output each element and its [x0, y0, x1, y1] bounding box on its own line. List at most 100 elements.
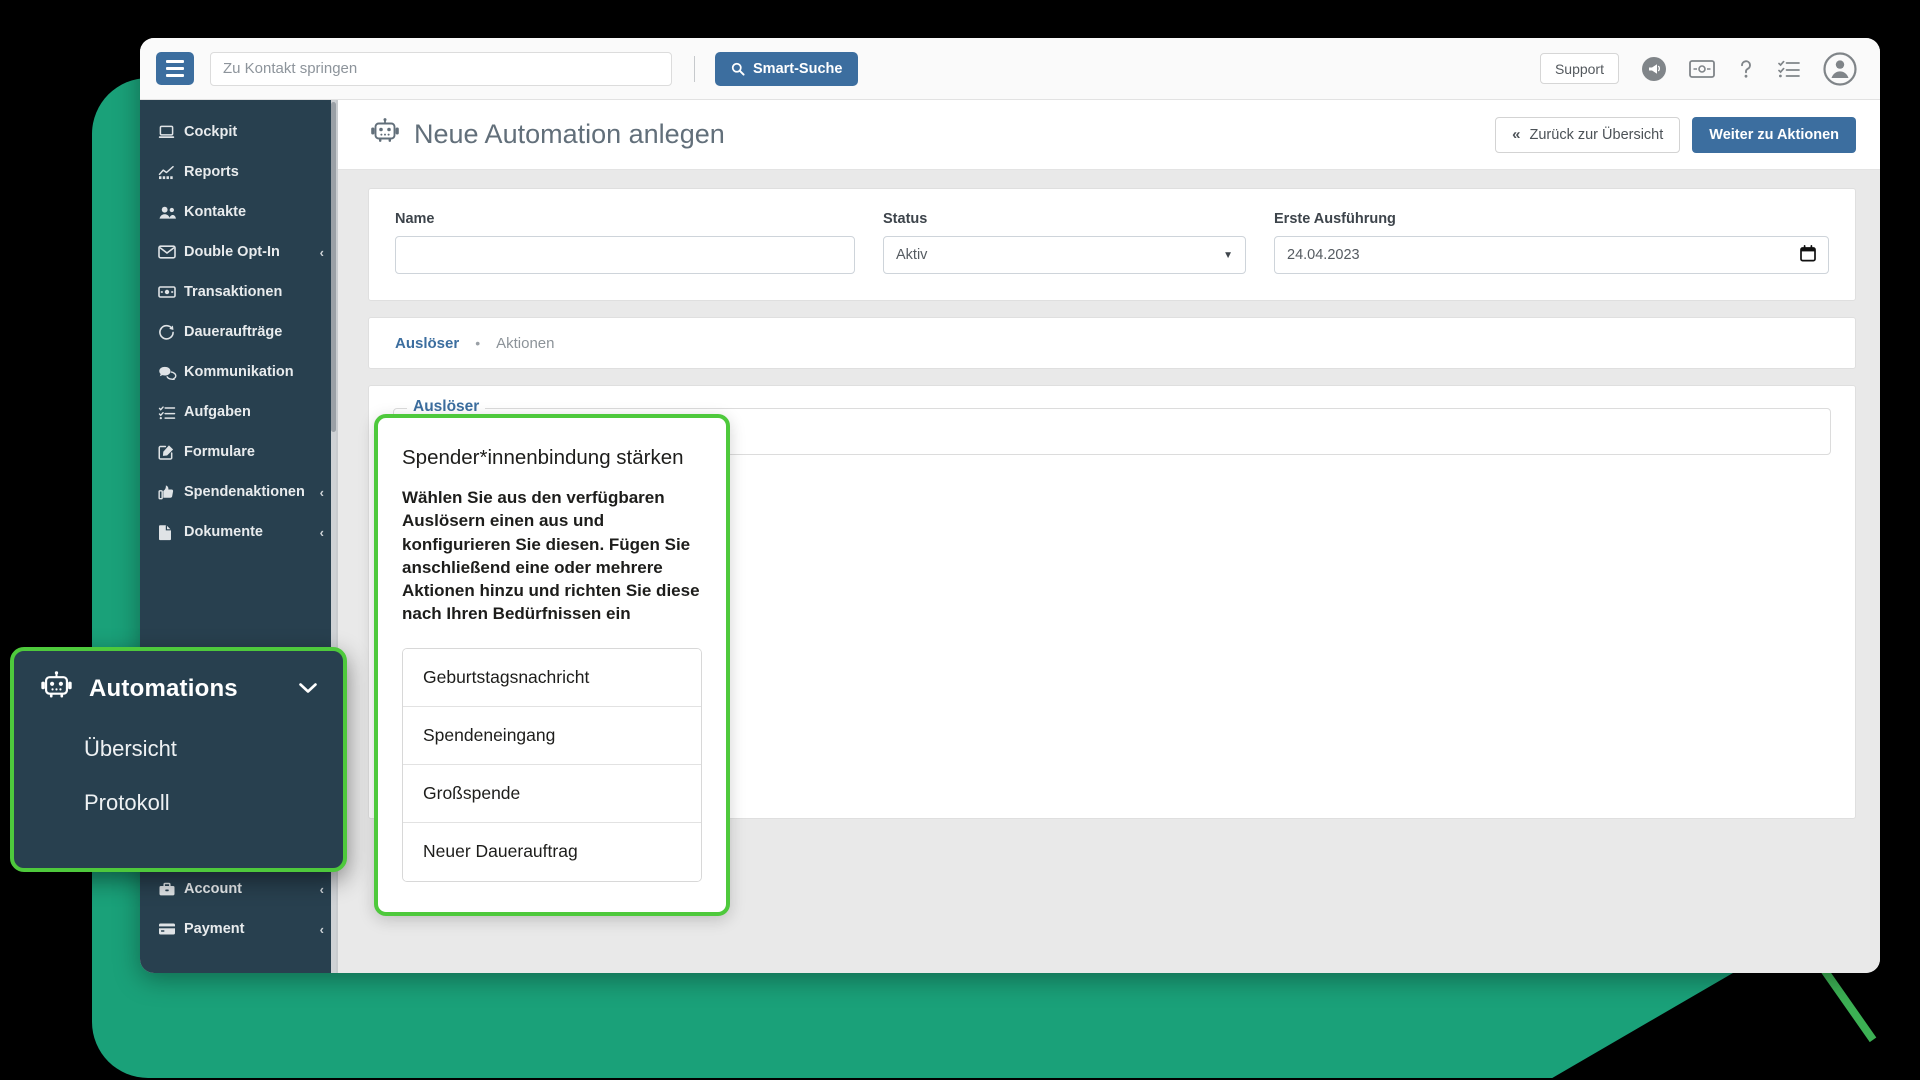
list-item[interactable]: Neuer Dauerauftrag	[403, 823, 701, 881]
automations-menu-item-uebersicht[interactable]: Übersicht	[84, 736, 317, 762]
callout-heading: Spender*innenbindung stärken	[402, 446, 702, 470]
automations-menu-title: Automations	[89, 675, 238, 703]
sidebar-item-kontakte[interactable]: Kontakte	[140, 192, 336, 232]
sidebar-item-account[interactable]: Account ‹	[140, 869, 336, 909]
back-to-overview-label: Zurück zur Übersicht	[1530, 127, 1664, 143]
sidebar-item-reports[interactable]: Reports	[140, 152, 336, 192]
document-icon	[158, 524, 184, 541]
smart-search-button[interactable]: Smart-Suche	[715, 52, 858, 86]
credit-card-icon	[158, 922, 184, 936]
megaphone-icon[interactable]	[1640, 55, 1668, 83]
status-select[interactable]: Aktiv ▼	[883, 236, 1246, 274]
support-button[interactable]: Support	[1540, 53, 1619, 84]
sidebar-item-aufgaben[interactable]: Aufgaben	[140, 392, 336, 432]
chevron-down-icon: ▼	[1223, 250, 1233, 261]
sidebar-item-label: Double Opt-In	[184, 244, 280, 260]
page-title: Neue Automation anlegen	[370, 118, 725, 152]
first-execution-date-input[interactable]: 24.04.2023	[1274, 236, 1829, 274]
automations-menu-header[interactable]: Automations	[40, 671, 317, 706]
banknote-icon	[158, 285, 184, 299]
first-execution-date-value: 24.04.2023	[1287, 247, 1360, 263]
double-chevron-left-icon: «	[1512, 126, 1520, 143]
tab-ausloeser[interactable]: Auslöser	[395, 335, 459, 352]
callout-body: Wählen Sie aus den verfügbaren Auslösern…	[402, 486, 702, 626]
chevron-left-icon: ‹	[320, 882, 324, 897]
jump-to-contact-placeholder: Zu Kontakt springen	[223, 60, 357, 77]
sidebar-item-kommunikation[interactable]: Kommunikation	[140, 352, 336, 392]
sidebar-item-label: Kontakte	[184, 204, 246, 220]
sidebar-item-dauerauftraege[interactable]: Daueraufträge	[140, 312, 336, 352]
top-bar: Zu Kontakt springen Smart-Suche Support	[140, 38, 1880, 100]
page-title-text: Neue Automation anlegen	[414, 119, 725, 150]
list-item[interactable]: Spendeneingang	[403, 707, 701, 765]
automations-menu-item-protokoll[interactable]: Protokoll	[84, 790, 317, 816]
trigger-callout: Spender*innenbindung stärken Wählen Sie …	[374, 414, 730, 916]
wizard-tabs: Auslöser • Aktionen	[368, 317, 1856, 369]
user-avatar-icon[interactable]	[1822, 51, 1858, 87]
jump-to-contact-input[interactable]: Zu Kontakt springen	[210, 52, 672, 86]
status-label: Status	[883, 211, 1246, 227]
list-item[interactable]: Geburtstagsnachricht	[403, 649, 701, 707]
first-execution-label: Erste Ausführung	[1274, 211, 1829, 227]
chat-bubbles-icon	[158, 365, 184, 380]
page-header: Neue Automation anlegen « Zurück zur Übe…	[338, 100, 1880, 170]
status-field-group: Status Aktiv ▼	[883, 211, 1246, 274]
name-input[interactable]	[395, 236, 855, 274]
thumbs-up-icon	[158, 484, 184, 500]
search-icon	[731, 62, 745, 76]
sidebar-item-double-opt-in[interactable]: Double Opt-In ‹	[140, 232, 336, 272]
chevron-left-icon: ‹	[320, 525, 324, 540]
envelope-icon	[158, 245, 184, 259]
sidebar-item-label: Payment	[184, 921, 244, 937]
next-to-actions-button[interactable]: Weiter zu Aktionen	[1692, 117, 1856, 153]
list-item[interactable]: Großspende	[403, 765, 701, 823]
sidebar-item-payment[interactable]: Payment ‹	[140, 909, 336, 949]
trigger-options-list: Geburtstagsnachricht Spendeneingang Groß…	[402, 648, 702, 882]
sidebar-item-spendenaktionen[interactable]: Spendenaktionen ‹	[140, 472, 336, 512]
sidebar-item-label: Aufgaben	[184, 404, 251, 420]
chevron-left-icon: ‹	[320, 485, 324, 500]
page-header-actions: « Zurück zur Übersicht Weiter zu Aktione…	[1495, 117, 1856, 153]
robot-icon	[40, 671, 73, 706]
sidebar-item-label: Daueraufträge	[184, 324, 282, 340]
sidebar-item-formulare[interactable]: Formulare	[140, 432, 336, 472]
sidebar-item-cockpit[interactable]: Cockpit	[140, 112, 336, 152]
sidebar-item-dokumente[interactable]: Dokumente ‹	[140, 512, 336, 552]
briefcase-icon	[158, 882, 184, 897]
hamburger-icon[interactable]	[156, 52, 194, 85]
toolbar-divider	[694, 56, 695, 82]
sidebar-item-label: Dokumente	[184, 524, 263, 540]
calendar-icon[interactable]	[1800, 245, 1816, 266]
automations-menu-popup: Automations Übersicht Protokoll	[10, 647, 347, 872]
tab-separator: •	[475, 335, 480, 351]
first-execution-field-group: Erste Ausführung 24.04.2023	[1274, 211, 1829, 274]
next-to-actions-label: Weiter zu Aktionen	[1709, 127, 1839, 143]
sidebar-item-label: Account	[184, 881, 242, 897]
top-bar-actions: Support	[1540, 51, 1858, 87]
form-edit-icon	[158, 444, 184, 460]
sidebar-item-label: Kommunikation	[184, 364, 294, 380]
sidebar-item-label: Spendenaktionen	[184, 484, 305, 500]
name-field-group: Name	[395, 211, 855, 274]
tab-aktionen[interactable]: Aktionen	[496, 335, 554, 352]
screenshot-stage: Zu Kontakt springen Smart-Suche Support	[0, 0, 1920, 1080]
support-label: Support	[1555, 61, 1604, 77]
status-select-value: Aktiv	[896, 247, 927, 263]
name-label: Name	[395, 211, 855, 227]
robot-icon	[370, 118, 400, 152]
chevron-down-icon[interactable]	[299, 678, 317, 699]
chart-icon	[158, 165, 184, 180]
sidebar-item-label: Transaktionen	[184, 284, 282, 300]
card-icon[interactable]	[1689, 59, 1715, 79]
tasklist-icon	[158, 405, 184, 420]
sidebar-item-transaktionen[interactable]: Transaktionen	[140, 272, 336, 312]
checklist-icon[interactable]	[1777, 59, 1801, 79]
smart-search-label: Smart-Suche	[753, 61, 842, 77]
sidebar-item-label: Reports	[184, 164, 239, 180]
sidebar-item-label: Cockpit	[184, 124, 237, 140]
refresh-clock-icon	[158, 324, 184, 340]
back-to-overview-button[interactable]: « Zurück zur Übersicht	[1495, 117, 1680, 153]
chevron-left-icon: ‹	[320, 922, 324, 937]
question-mark-icon[interactable]	[1736, 57, 1756, 81]
sidebar-item-label: Formulare	[184, 444, 255, 460]
